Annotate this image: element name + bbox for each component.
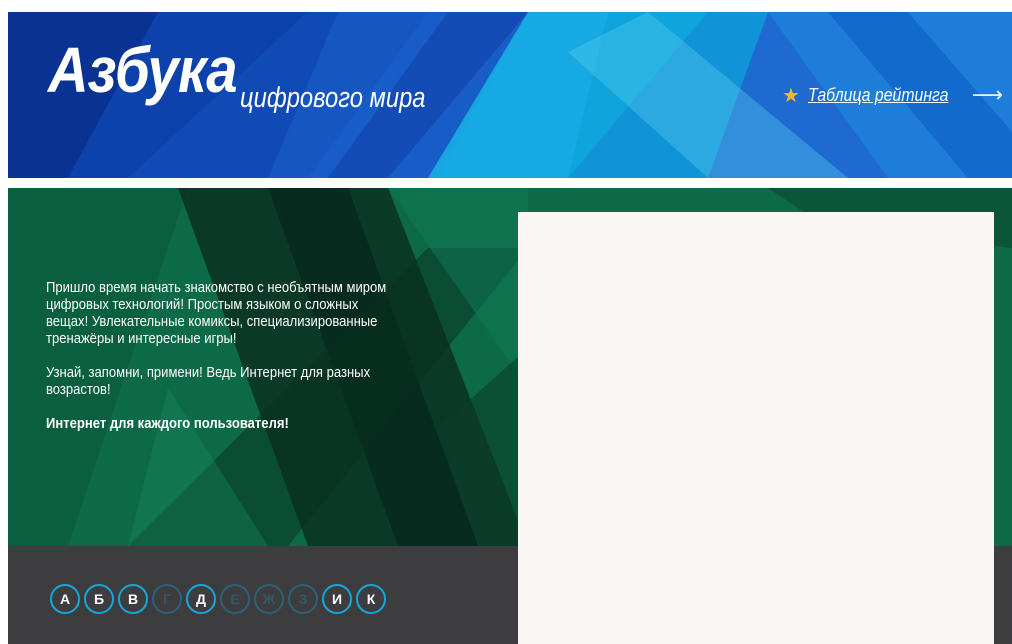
alphabet-letter-button[interactable]: И — [322, 584, 352, 614]
hero-intro: Пришло время начать знакомство с необъят… — [46, 280, 406, 450]
alphabet-letter-button[interactable]: Д — [186, 584, 216, 614]
logo-title: Азбука — [48, 34, 238, 106]
content-panel — [518, 212, 994, 644]
rating-link-label[interactable]: Таблица рейтинга — [808, 85, 948, 106]
header-divider — [8, 178, 1012, 188]
alphabet-letter-button[interactable]: А — [50, 584, 80, 614]
intro-tagline: Интернет для каждого пользователя! — [46, 416, 289, 432]
page-frame: Азбука цифрового мира ★ Таблица рейтинга… — [8, 12, 1012, 644]
arrow-right-icon: ⟶ — [971, 82, 1004, 107]
star-icon: ★ — [782, 84, 800, 107]
alphabet-letter-button: Е — [220, 584, 250, 614]
alphabet-letter-button: Г — [152, 584, 182, 614]
rating-table-link[interactable]: ★ Таблица рейтинга ⟶ — [782, 82, 1003, 108]
alphabet-row: АБВГДЕЖЗИК — [50, 584, 386, 614]
logo-subtitle: цифрового мира — [240, 82, 426, 114]
intro-paragraph-2: Узнай, запомни, примени! Ведь Интернет д… — [46, 365, 371, 398]
alphabet-letter-button[interactable]: К — [356, 584, 386, 614]
alphabet-letter-button: Ж — [254, 584, 284, 614]
alphabet-letter-button[interactable]: Б — [84, 584, 114, 614]
alphabet-letter-button[interactable]: В — [118, 584, 148, 614]
site-header: Азбука цифрового мира ★ Таблица рейтинга… — [8, 12, 1012, 178]
alphabet-letter-button: З — [288, 584, 318, 614]
intro-paragraph-1: Пришло время начать знакомство с необъят… — [46, 280, 387, 347]
